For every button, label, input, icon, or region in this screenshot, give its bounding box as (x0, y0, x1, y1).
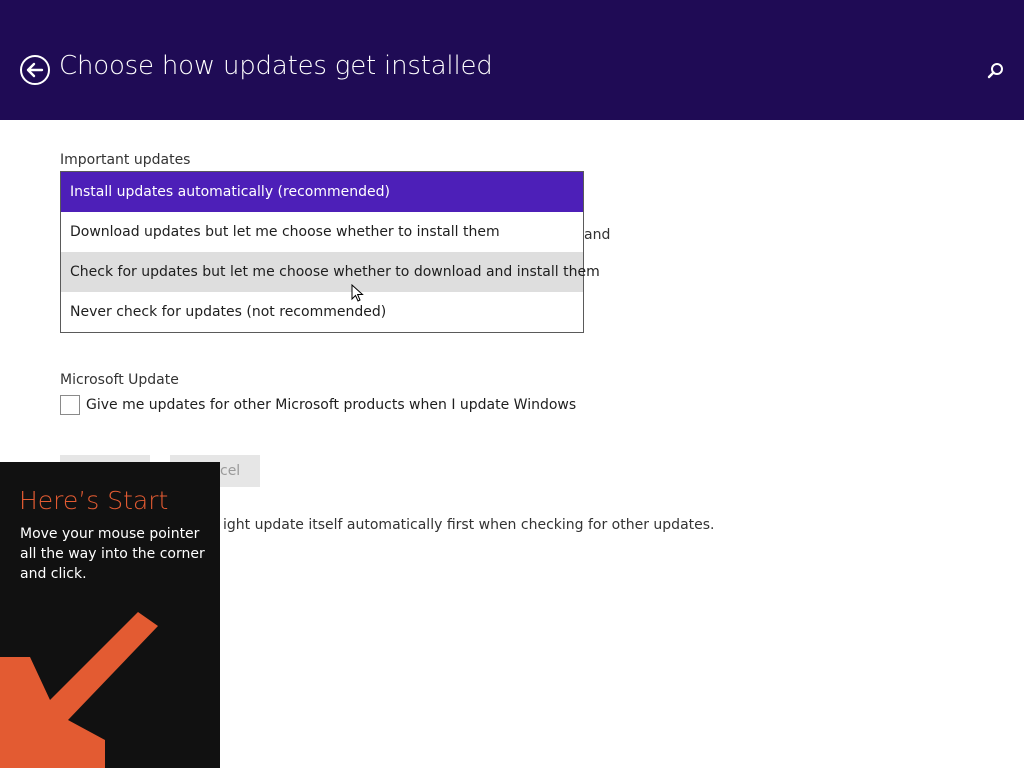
dropdown-option-check-let-me-choose[interactable]: Check for updates but let me choose whet… (61, 252, 600, 292)
footnote-text: ight update itself automatically first w… (223, 517, 715, 533)
header-bar: Choose how updates get installed (0, 0, 1024, 120)
page-title: Choose how updates get installed (59, 51, 493, 81)
background-description-fragment: and (584, 227, 611, 243)
search-button[interactable] (985, 61, 1005, 81)
back-button[interactable] (19, 54, 51, 86)
tip-text: Move your mouse pointer all the way into… (20, 526, 205, 582)
back-arrow-icon (20, 55, 50, 85)
microsoft-update-checkbox-label[interactable]: Give me updates for other Microsoft prod… (86, 397, 576, 413)
cancel-button-label: cel (220, 463, 241, 479)
important-updates-dropdown-list[interactable]: Install updates automatically (recommend… (60, 171, 600, 333)
dropdown-option-download-let-me-choose[interactable]: Download updates but let me choose wheth… (61, 212, 583, 252)
dropdown-option-never-check[interactable]: Never check for updates (not recommended… (61, 292, 583, 332)
microsoft-update-checkbox[interactable] (60, 395, 80, 415)
search-icon (987, 63, 1003, 79)
tip-title: Here’s Start (19, 486, 169, 515)
arrow-down-left-icon (0, 612, 158, 768)
important-updates-label: Important updates (60, 152, 191, 168)
dropdown-option-install-automatically[interactable]: Install updates automatically (recommend… (61, 172, 583, 212)
microsoft-update-label: Microsoft Update (60, 372, 179, 388)
start-tip-panel: Here’s Start Move your mouse pointer all… (0, 462, 220, 768)
